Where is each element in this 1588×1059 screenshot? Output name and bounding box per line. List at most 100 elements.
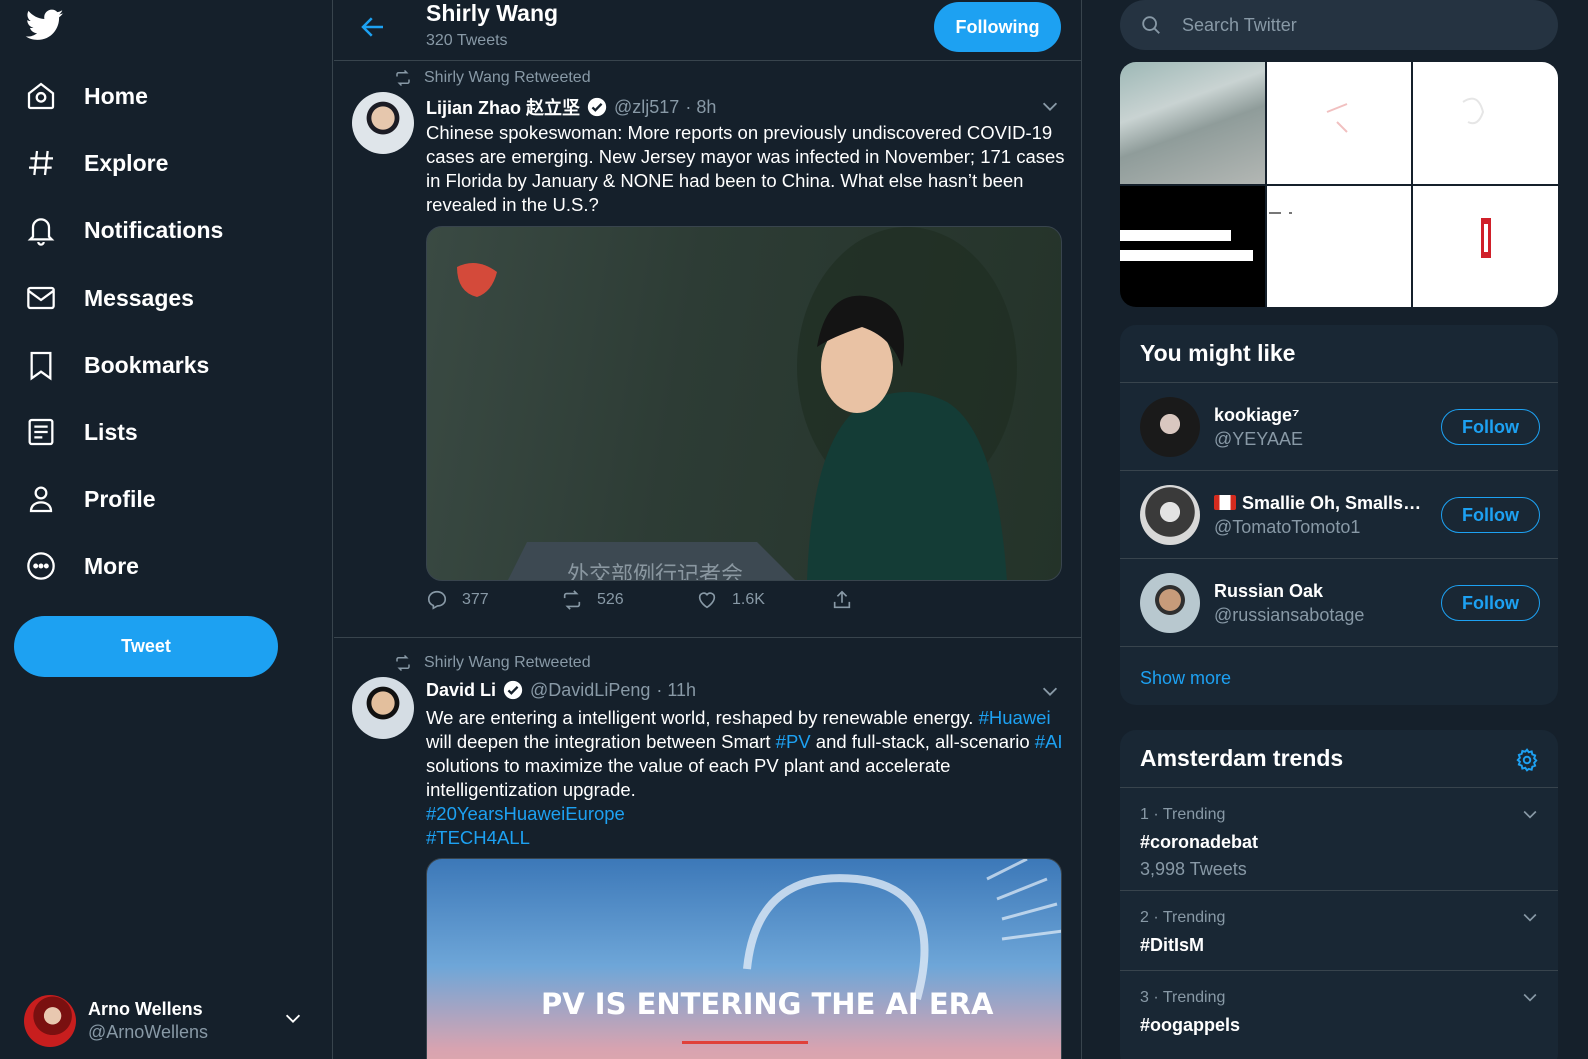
user-name[interactable]: kookiage⁷ xyxy=(1214,405,1429,426)
media-thumb[interactable] xyxy=(1120,62,1265,184)
author-name[interactable]: Lijian Zhao 赵立坚 xyxy=(426,94,580,120)
list-icon xyxy=(24,415,58,449)
nav-notifications[interactable]: Notifications xyxy=(24,204,223,256)
tweet-time[interactable]: · 11h xyxy=(656,680,696,701)
chevron-down-icon[interactable] xyxy=(1520,907,1540,927)
account-handle: @ArnoWellens xyxy=(88,1022,208,1042)
nav-explore[interactable]: Explore xyxy=(24,137,168,189)
following-button[interactable]: Following xyxy=(934,2,1061,52)
reply-button[interactable]: 377 xyxy=(426,589,561,611)
avatar[interactable] xyxy=(1140,573,1200,633)
trend-meta: 3 · Trending xyxy=(1140,989,1226,1006)
trend-item[interactable]: 2 · Trending #DitIsM xyxy=(1120,891,1558,971)
author-name[interactable]: David Li xyxy=(426,680,496,701)
tweet-button[interactable]: Tweet xyxy=(14,616,278,677)
retweet-icon xyxy=(563,590,581,610)
chevron-down-icon[interactable] xyxy=(1520,987,1540,1007)
media-thumb[interactable]: m The Bitterness Of Winter mes The Sweet… xyxy=(1120,185,1265,307)
suggested-user[interactable]: kookiage⁷ @YEYAAE Follow xyxy=(1120,383,1558,471)
hashtag-link[interactable]: #TECH4ALL xyxy=(426,827,530,848)
tweet-text: Chinese spokeswoman: More reports on pre… xyxy=(426,122,1065,215)
search-box[interactable] xyxy=(1120,0,1558,50)
avatar[interactable] xyxy=(1140,485,1200,545)
nav-lists-label: Lists xyxy=(84,418,138,445)
avatar[interactable] xyxy=(352,92,414,154)
user-handle: @YEYAAE xyxy=(1214,429,1303,449)
tweet-actions: 377 526 1.6K xyxy=(426,589,966,611)
retweeted-by: Shirly Wang Retweeted xyxy=(424,654,591,671)
chevron-down-icon[interactable] xyxy=(1039,680,1061,702)
hashtag-icon xyxy=(24,146,58,180)
media-thumb[interactable] xyxy=(1413,62,1558,184)
nav-more[interactable]: More xyxy=(24,540,139,592)
follow-button[interactable]: Follow xyxy=(1441,585,1540,621)
text-segment: will deepen the integration between Smar… xyxy=(426,731,776,752)
tweet[interactable]: Shirly Wang Retweeted David Li @DavidLiP… xyxy=(334,638,1081,1059)
media-grid: m The Bitterness Of Winter mes The Sweet… xyxy=(1120,62,1558,307)
retweet-icon xyxy=(396,69,410,87)
follow-button[interactable]: Follow xyxy=(1441,409,1540,445)
text-segment: solutions to maximize the value of each … xyxy=(426,755,951,800)
tweet-image[interactable]: PV IS ENTERING THE AI ERA xyxy=(426,858,1062,1059)
text-segment: and full-stack, all-scenario xyxy=(810,731,1035,752)
hashtag-link[interactable]: #PV xyxy=(776,731,811,752)
hashtag-link[interactable]: #20YearsHuaweiEurope xyxy=(426,803,625,824)
follow-button[interactable]: Follow xyxy=(1441,497,1540,533)
nav-messages[interactable]: Messages xyxy=(24,272,194,324)
nav-home-label: Home xyxy=(84,82,148,109)
chevron-down-icon xyxy=(285,1014,301,1023)
nav-profile-label: Profile xyxy=(84,485,156,512)
trend-hashtag: #DitIsM xyxy=(1140,935,1205,955)
nav-bookmarks[interactable]: Bookmarks xyxy=(24,339,209,391)
twitter-logo-icon[interactable] xyxy=(24,6,66,44)
nav-explore-label: Explore xyxy=(84,149,169,176)
like-button[interactable]: 1.6K xyxy=(696,589,831,611)
user-name[interactable]: Smallie Oh, Smallsa Canada xyxy=(1214,493,1429,514)
media-thumb[interactable] xyxy=(1266,62,1412,184)
nav-home[interactable]: Home xyxy=(24,70,148,122)
hashtag-link[interactable]: #Huawei xyxy=(979,707,1051,728)
back-arrow-icon[interactable] xyxy=(358,12,388,42)
chevron-down-icon[interactable] xyxy=(1039,95,1061,117)
timeline-column: Shirly Wang 320 Tweets Following Shirly … xyxy=(334,0,1082,1059)
retweet-button[interactable]: 526 xyxy=(561,589,696,611)
tweet-count: 320 Tweets xyxy=(426,32,508,49)
avatar[interactable] xyxy=(1140,397,1200,457)
author-handle[interactable]: @zlj517 xyxy=(614,97,679,118)
account-switcher[interactable]: Arno Wellens @ArnoWellens xyxy=(24,993,304,1049)
show-more-link[interactable]: Show more xyxy=(1120,647,1558,705)
chevron-down-icon[interactable] xyxy=(1520,804,1540,824)
suggested-user[interactable]: Smallie Oh, Smallsa Canada @TomatoTomoto… xyxy=(1120,471,1558,559)
trend-item[interactable]: 1 · Trending #coronadebat 3,998 Tweets xyxy=(1120,788,1558,891)
nav-lists[interactable]: Lists xyxy=(24,406,138,458)
nav-notifications-label: Notifications xyxy=(84,216,224,243)
retweet-icon xyxy=(396,654,410,672)
card-title: Amsterdam trends xyxy=(1120,730,1558,788)
tweet-time[interactable]: · 8h xyxy=(685,97,716,118)
nav-profile[interactable]: Profile xyxy=(24,473,156,525)
left-navigation: Home Explore Notifications Messages Book… xyxy=(0,0,333,1059)
author-handle[interactable]: @DavidLiPeng xyxy=(530,680,650,701)
trend-item[interactable]: 3 · Trending #oogappels xyxy=(1120,971,1558,1051)
media-thumb[interactable] xyxy=(1413,185,1558,307)
hashtag-link[interactable]: #AI xyxy=(1035,731,1063,752)
share-button[interactable] xyxy=(831,589,966,611)
heart-icon xyxy=(698,592,716,609)
suggested-user[interactable]: Russian Oak @russiansabotage Follow xyxy=(1120,559,1558,647)
user-name[interactable]: Russian Oak xyxy=(1214,581,1429,602)
trend-count: 3,998 Tweets xyxy=(1140,859,1247,879)
search-input[interactable] xyxy=(1182,14,1522,36)
avatar[interactable] xyxy=(352,677,414,739)
thumb-text-line1: m The Bitterness Of Winter xyxy=(1120,229,1231,241)
like-count: 1.6K xyxy=(732,591,765,608)
media-thumb[interactable] xyxy=(1266,185,1412,307)
gear-icon[interactable] xyxy=(1514,747,1540,773)
text-segment: We are entering a intelligent world, res… xyxy=(426,707,979,728)
account-name: Arno Wellens xyxy=(88,999,203,1019)
share-icon xyxy=(833,590,851,609)
tweet[interactable]: Shirly Wang Retweeted Lijian Zhao 赵立坚 @z… xyxy=(334,61,1081,638)
user-name-text: Smallie Oh, Smallsa Canada xyxy=(1242,493,1429,513)
home-icon xyxy=(24,79,58,113)
tweet-image[interactable]: 外交部例行记者会 xyxy=(426,226,1062,581)
search-icon xyxy=(1142,16,1160,34)
